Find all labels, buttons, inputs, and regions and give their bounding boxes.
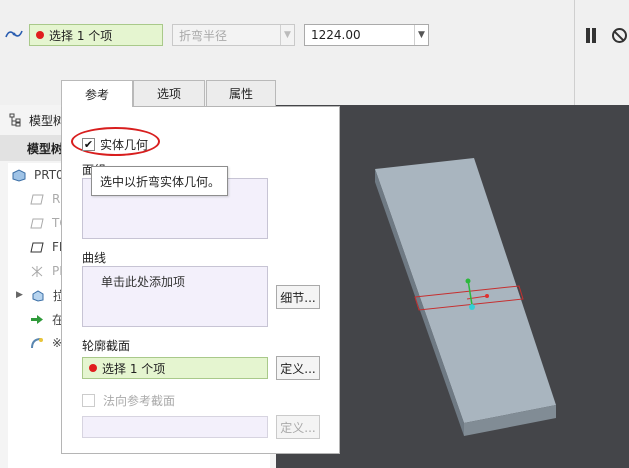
bend-radius-select[interactable]: 折弯半径 ▼ bbox=[172, 24, 295, 46]
csys-icon bbox=[31, 265, 43, 277]
chevron-down-icon[interactable]: ▼ bbox=[414, 25, 428, 45]
datum-plane-icon bbox=[30, 242, 44, 252]
normal-ref-label: 法向参考截面 bbox=[103, 394, 176, 408]
selection-status-dot-icon bbox=[89, 364, 97, 372]
curve-collector[interactable]: 单击此处添加项 bbox=[82, 266, 268, 327]
normal-ref-checkbox bbox=[82, 394, 95, 407]
value-input-text: 1224.00 bbox=[311, 28, 361, 42]
bend-tool-icon bbox=[5, 30, 23, 38]
define-button[interactable]: 定义... bbox=[276, 356, 320, 380]
tree-icon bbox=[9, 113, 21, 127]
normal-ref-option: 法向参考截面 bbox=[82, 392, 175, 409]
bend-radius-label: 折弯半径 bbox=[179, 28, 228, 43]
curve-collector-hint: 单击此处添加项 bbox=[101, 275, 186, 289]
curve-label: 曲线 bbox=[82, 251, 107, 265]
cancel-button[interactable] bbox=[612, 28, 627, 43]
normal-ref-collector bbox=[82, 416, 268, 438]
normal-arrow-head bbox=[465, 278, 471, 284]
profile-section-collector-label: 选择 1 个项 bbox=[102, 361, 166, 376]
selection-collector[interactable]: 选择 1 个项 bbox=[29, 24, 163, 46]
value-input-combo[interactable]: 1224.00 ▼ bbox=[304, 24, 429, 46]
chevron-down-icon: ▼ bbox=[280, 25, 294, 45]
selection-status-dot-icon bbox=[36, 31, 44, 39]
tab-properties[interactable]: 属性 bbox=[206, 80, 276, 106]
toolbar-divider bbox=[574, 0, 575, 105]
datum-plane-icon bbox=[30, 194, 44, 204]
tab-references[interactable]: 参考 bbox=[61, 80, 133, 107]
profile-section-collector[interactable]: 选择 1 个项 bbox=[82, 357, 268, 379]
datum-plane-icon bbox=[30, 218, 44, 228]
part-icon bbox=[12, 168, 26, 182]
insert-here-icon bbox=[31, 314, 43, 324]
define-button-disabled: 定义... bbox=[276, 415, 320, 439]
model-tree-title: 模型树 bbox=[29, 113, 66, 128]
solid-geometry-checkbox[interactable]: ✔ bbox=[82, 138, 95, 151]
bend-anchor-handle[interactable] bbox=[469, 304, 475, 310]
bend-axis-marker bbox=[485, 294, 489, 298]
pause-icon bbox=[586, 28, 590, 43]
solid-geometry-option[interactable]: ✔ 实体几何 bbox=[82, 136, 148, 153]
references-panel: ✔ 实体几何 面组 曲线 单击此处添加项 细节... 轮廓截面 选择 1 个项 … bbox=[61, 106, 340, 454]
details-button[interactable]: 细节... bbox=[276, 285, 320, 309]
tab-options[interactable]: 选项 bbox=[133, 80, 205, 106]
solid-geometry-tooltip: 选中以折弯实体几何。 bbox=[91, 166, 228, 196]
pause-button[interactable] bbox=[584, 28, 598, 44]
selection-collector-label: 选择 1 个项 bbox=[49, 28, 113, 43]
extrude-icon bbox=[32, 289, 44, 302]
plate-top-face bbox=[375, 158, 556, 423]
profile-section-label: 轮廓截面 bbox=[82, 339, 131, 353]
expand-arrow-icon[interactable]: ▶ bbox=[16, 290, 23, 300]
bend-feature-icon bbox=[31, 337, 43, 348]
solid-geometry-label: 实体几何 bbox=[100, 138, 149, 152]
